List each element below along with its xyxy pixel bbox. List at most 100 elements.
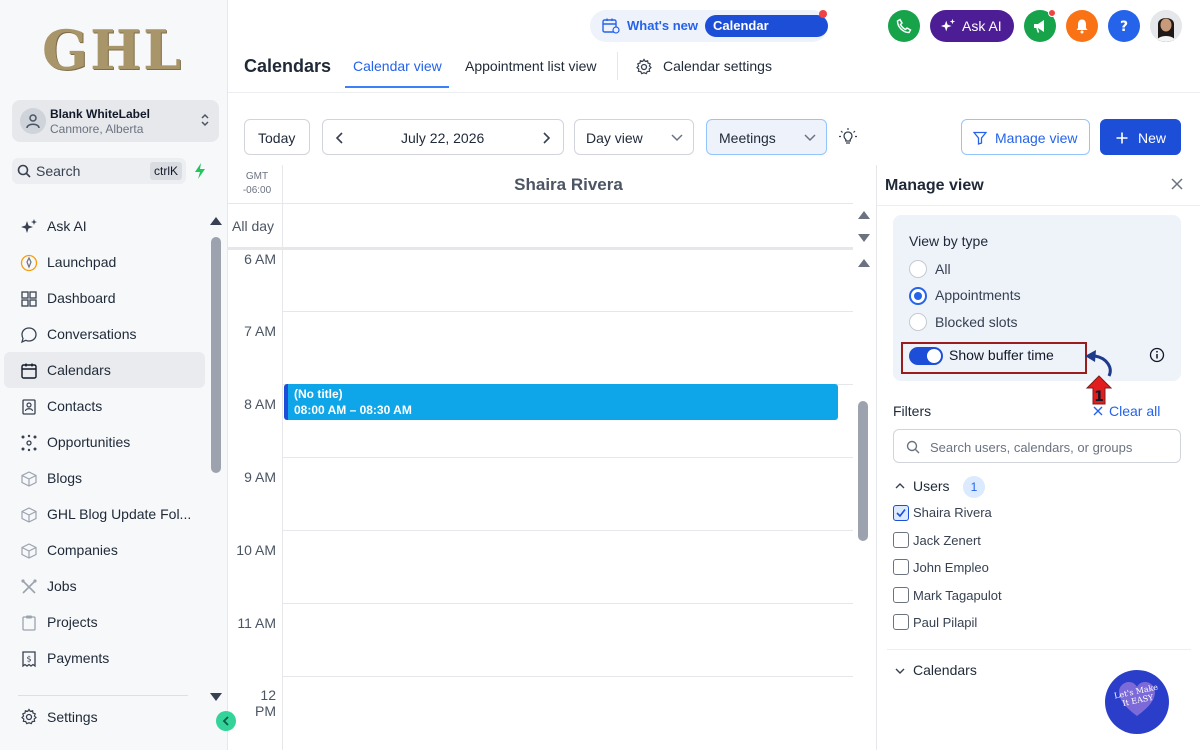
user-checkbox-jack-zenert[interactable] (893, 532, 909, 548)
sidebar-item-blogs[interactable]: Blogs (4, 460, 205, 496)
hour-line (282, 530, 853, 531)
user-label[interactable]: Shaira Rivera (913, 505, 992, 520)
timezone-prefix: GMT (245, 171, 269, 182)
user-checkbox-shaira-rivera[interactable] (893, 505, 909, 521)
sidebar-scroll-thumb[interactable] (211, 237, 221, 473)
sidebar-item-companies[interactable]: Companies (4, 532, 205, 568)
sidebar-nav: Ask AI Launchpad Dashboard Conversations… (4, 208, 205, 676)
info-icon[interactable] (1149, 347, 1165, 363)
whats-new-pill[interactable]: What's new Calendar updates (590, 10, 828, 55)
ask-ai-button[interactable]: Ask AI (930, 10, 1014, 42)
new-button[interactable]: New (1100, 119, 1181, 155)
calendar-type-select[interactable]: Meetings (706, 119, 827, 155)
radio-appointments-label[interactable]: Appointments (935, 287, 1021, 303)
sidebar-item-payments[interactable]: $ Payments (4, 640, 205, 676)
filter-search-placeholder: Search users, calendars, or groups (930, 440, 1133, 455)
invoice-icon: $ (22, 651, 36, 668)
bell-icon (1076, 19, 1088, 34)
calendar-scroll-thumb[interactable] (858, 401, 868, 541)
chevron-right-icon[interactable] (541, 132, 551, 144)
plus-icon (1116, 132, 1128, 144)
sidebar-item-label: GHL Blog Update Fol... (47, 506, 192, 522)
phone-button[interactable] (888, 10, 920, 42)
active-tab-indicator (345, 86, 449, 88)
allday-scroll-down-icon[interactable] (857, 232, 871, 244)
sidebar-item-conversations[interactable]: Conversations (4, 316, 205, 352)
question-icon: ? (1120, 19, 1128, 34)
calendar-event[interactable]: (No title) 08:00 AM – 08:30 AM (284, 384, 838, 420)
help-button[interactable]: ? (1108, 10, 1140, 42)
radio-appointments[interactable] (909, 287, 927, 305)
filter-search-input[interactable]: Search users, calendars, or groups (893, 429, 1181, 463)
close-icon[interactable] (1171, 178, 1183, 190)
chevron-down-icon (895, 668, 905, 674)
tab-calendar-settings[interactable]: Calendar settings (663, 58, 772, 74)
radio-blocked-slots-label[interactable]: Blocked slots (935, 314, 1017, 330)
search-placeholder: Search (36, 163, 81, 179)
sidebar-item-contacts[interactable]: Contacts (4, 388, 205, 424)
user-checkbox-john-empleo[interactable] (893, 559, 909, 575)
hour-line (282, 676, 853, 677)
sparkle-icon (940, 18, 956, 32)
view-select-value: Day view (586, 130, 643, 146)
sidebar-item-dashboard[interactable]: Dashboard (4, 280, 205, 316)
gear-icon (636, 58, 652, 75)
page-title: Calendars (244, 56, 332, 76)
radio-blocked-slots[interactable] (909, 313, 927, 331)
tab-appointment-list-view[interactable]: Appointment list view (465, 58, 597, 74)
manage-view-panel: Manage view View by type All Appointment… (876, 165, 1200, 750)
notifications-button[interactable] (1066, 10, 1098, 42)
radio-all[interactable] (909, 260, 927, 278)
sidebar-item-opportunities[interactable]: Opportunities (4, 424, 205, 460)
allday-scroll-up-icon[interactable] (857, 209, 871, 221)
filters-label: Filters (893, 403, 932, 419)
lightbulb-icon[interactable] (838, 127, 858, 147)
chevron-down-icon (671, 134, 683, 142)
all-day-divider (228, 247, 853, 250)
sidebar-item-label: Projects (47, 614, 98, 630)
user-label[interactable]: Mark Tagapulot (913, 588, 1002, 603)
user-column-header: Shaira Rivera (282, 165, 853, 203)
calendar-updates-badge[interactable]: Calendar updates (705, 15, 828, 55)
user-label[interactable]: Paul Pilapil (913, 615, 977, 630)
phone-icon (896, 18, 912, 34)
sidebar-item-ask-ai[interactable]: Ask AI (4, 208, 205, 244)
new-label: New (1138, 130, 1167, 146)
scroll-down-icon[interactable] (209, 691, 223, 703)
view-select[interactable]: Day view (574, 119, 694, 155)
lightning-icon[interactable] (193, 162, 207, 180)
brand-logo[interactable]: GHL (42, 18, 183, 82)
radio-all-label[interactable]: All (935, 261, 951, 277)
manage-view-button[interactable]: Manage view (961, 119, 1090, 155)
sidebar-item-settings[interactable]: Settings (4, 700, 205, 734)
sidebar-search[interactable]: Search ctrlK (12, 158, 186, 184)
watermark-badge: Let's Make It EASY (1105, 670, 1169, 734)
chevron-left-icon[interactable] (335, 132, 345, 144)
chat-icon (20, 327, 37, 344)
sidebar-item-launchpad[interactable]: Launchpad (4, 244, 205, 280)
cube-icon (21, 543, 37, 559)
user-avatar[interactable] (1150, 10, 1182, 42)
sidebar-item-projects[interactable]: Projects (4, 604, 205, 640)
sidebar-item-ghl-blog-update[interactable]: GHL Blog Update Fol... (4, 496, 205, 532)
sidebar-item-calendars[interactable]: Calendars (4, 352, 205, 388)
opportunities-icon (21, 434, 37, 452)
today-button[interactable]: Today (244, 119, 310, 155)
account-switcher[interactable]: Blank WhiteLabel Canmore, Alberta (12, 100, 219, 142)
calendar-type-value: Meetings (719, 130, 776, 146)
user-label[interactable]: John Empleo (913, 560, 989, 575)
grid-scroll-up-icon[interactable] (857, 257, 871, 269)
tab-calendar-view[interactable]: Calendar view (353, 58, 442, 74)
sidebar-item-label: Blogs (47, 470, 83, 486)
filter-icon (973, 131, 987, 145)
sidebar-item-label: Companies (47, 542, 118, 558)
user-photo-icon (1150, 10, 1182, 42)
sidebar-scrollbar[interactable] (209, 215, 223, 705)
user-checkbox-mark-tagapulot[interactable] (893, 587, 909, 603)
clear-icon (1093, 406, 1103, 416)
scroll-up-icon[interactable] (209, 215, 223, 227)
user-checkbox-paul-pilapil[interactable] (893, 614, 909, 630)
user-label[interactable]: Jack Zenert (913, 533, 981, 548)
sidebar-item-jobs[interactable]: Jobs (4, 568, 205, 604)
clear-all-button[interactable]: Clear all (1093, 403, 1160, 419)
